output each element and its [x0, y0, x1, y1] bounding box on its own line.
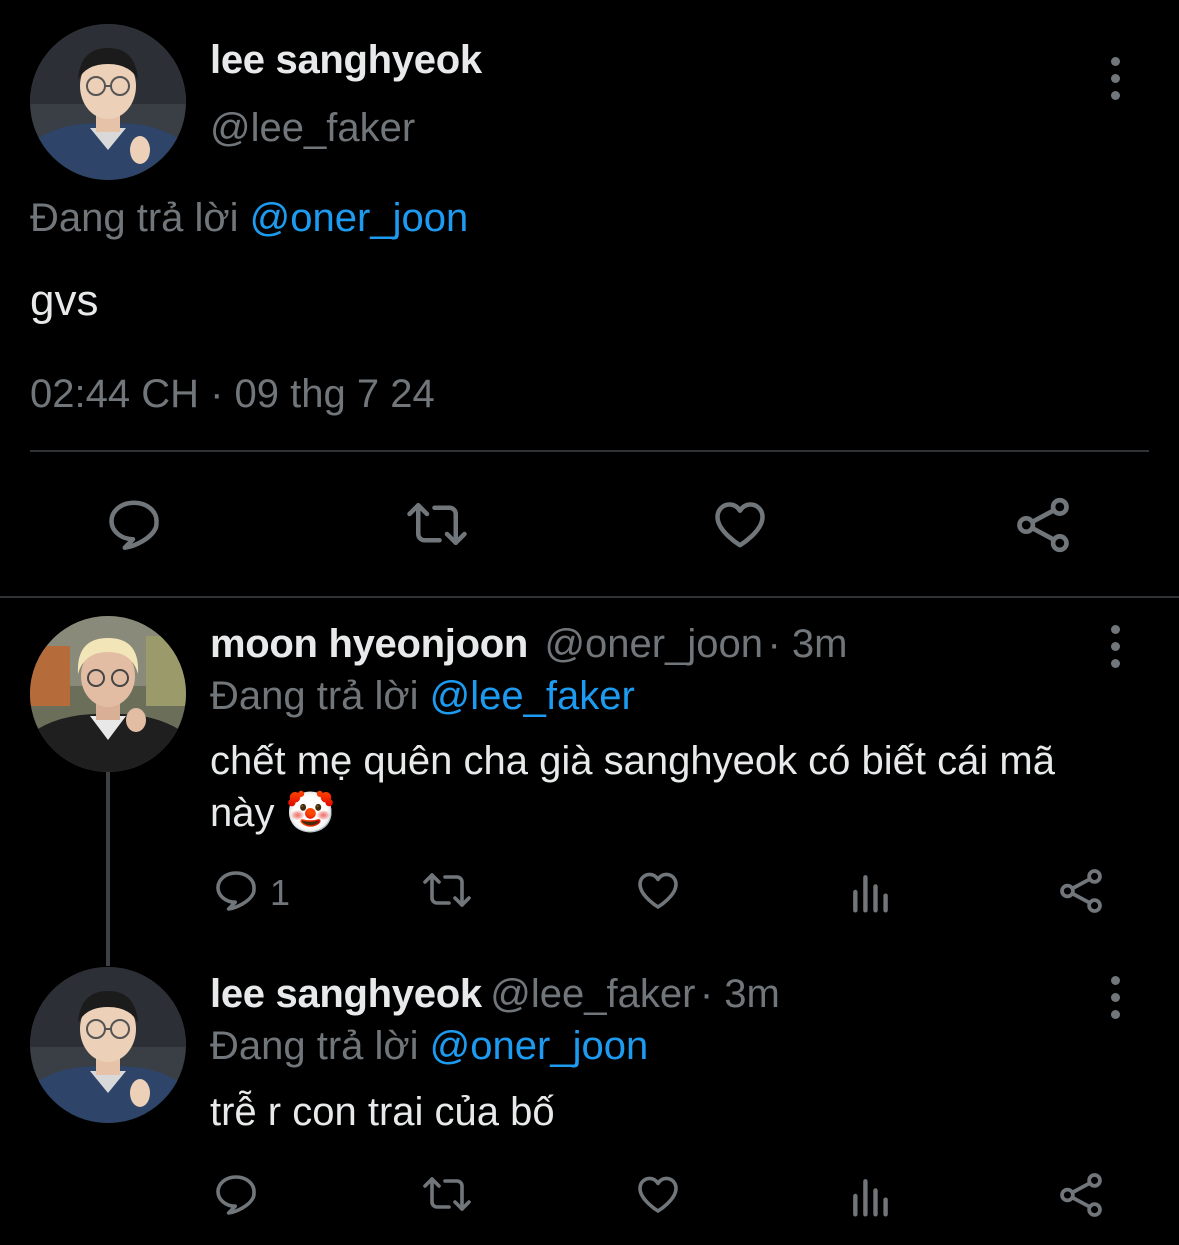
reply-text-content: chết mẹ quên cha già sanghyeok có biết c… — [210, 739, 1055, 835]
reply-icon[interactable] — [104, 494, 164, 554]
replying-to-line: Đang trả lời @oner_joon — [210, 1024, 648, 1069]
tweet-thread-page: lee sanghyeok @lee_faker Đang trả lời @o… — [0, 0, 1179, 1245]
author-handle[interactable]: @lee_faker — [210, 106, 415, 151]
clown-emoji: 🤡 — [285, 791, 336, 835]
thread-line — [106, 772, 110, 966]
like-icon[interactable] — [710, 494, 770, 554]
retweet-icon[interactable] — [420, 866, 474, 914]
more-options-icon[interactable] — [1105, 976, 1125, 1019]
author-name[interactable]: lee sanghyeok — [210, 38, 482, 83]
author-handle[interactable]: @oner_joon — [544, 622, 763, 666]
replying-prefix: Đang trả lời — [210, 1024, 419, 1068]
divider — [30, 450, 1149, 452]
author-handle[interactable]: @lee_faker — [490, 972, 695, 1016]
share-icon[interactable] — [1012, 494, 1074, 556]
share-icon[interactable] — [1056, 1170, 1106, 1220]
replying-to-line: Đang trả lời @oner_joon — [30, 196, 468, 241]
replying-to-link[interactable]: @oner_joon — [250, 196, 469, 240]
views-icon[interactable] — [848, 1174, 892, 1218]
section-divider — [0, 596, 1179, 598]
replying-prefix: Đang trả lời — [30, 196, 239, 240]
reply-count: 1 — [270, 872, 291, 913]
reply-header: lee sanghyeok @lee_faker · 3m — [210, 972, 780, 1017]
author-name[interactable]: lee sanghyeok — [210, 972, 482, 1016]
reply-header: moon hyeonjoon @oner_joon · 3m — [210, 622, 847, 667]
replying-to-line: Đang trả lời @lee_faker — [210, 674, 635, 719]
reply-text: trễ r con trai của bố — [210, 1090, 555, 1134]
reply-text: chết mẹ quên cha già sanghyeok có biết c… — [210, 735, 1130, 839]
retweet-icon[interactable] — [404, 494, 470, 554]
reply-time[interactable]: · 3m — [767, 622, 847, 666]
replying-prefix: Đang trả lời — [210, 674, 419, 718]
retweet-icon[interactable] — [420, 1170, 474, 1218]
tweet-text: gvs — [30, 276, 99, 325]
more-options-icon[interactable] — [1105, 57, 1125, 100]
author-name[interactable]: moon hyeonjoon — [210, 622, 528, 666]
reply-time[interactable]: · 3m — [700, 972, 780, 1016]
share-icon[interactable] — [1056, 866, 1106, 916]
reply-icon[interactable] — [212, 1170, 260, 1218]
avatar-lee-sanghyeok[interactable] — [30, 967, 186, 1123]
reply-icon[interactable] — [212, 866, 260, 914]
avatar-lee-sanghyeok[interactable] — [30, 24, 186, 180]
views-icon[interactable] — [848, 870, 892, 914]
tweet-timestamp[interactable]: 02:44 CH · 09 thg 7 24 — [30, 372, 435, 417]
replying-to-link[interactable]: @lee_faker — [430, 674, 635, 718]
like-icon[interactable] — [634, 866, 682, 914]
like-icon[interactable] — [634, 1170, 682, 1218]
more-options-icon[interactable] — [1105, 625, 1125, 668]
replying-to-link[interactable]: @oner_joon — [430, 1024, 649, 1068]
avatar-moon-hyeonjoon[interactable] — [30, 616, 186, 772]
